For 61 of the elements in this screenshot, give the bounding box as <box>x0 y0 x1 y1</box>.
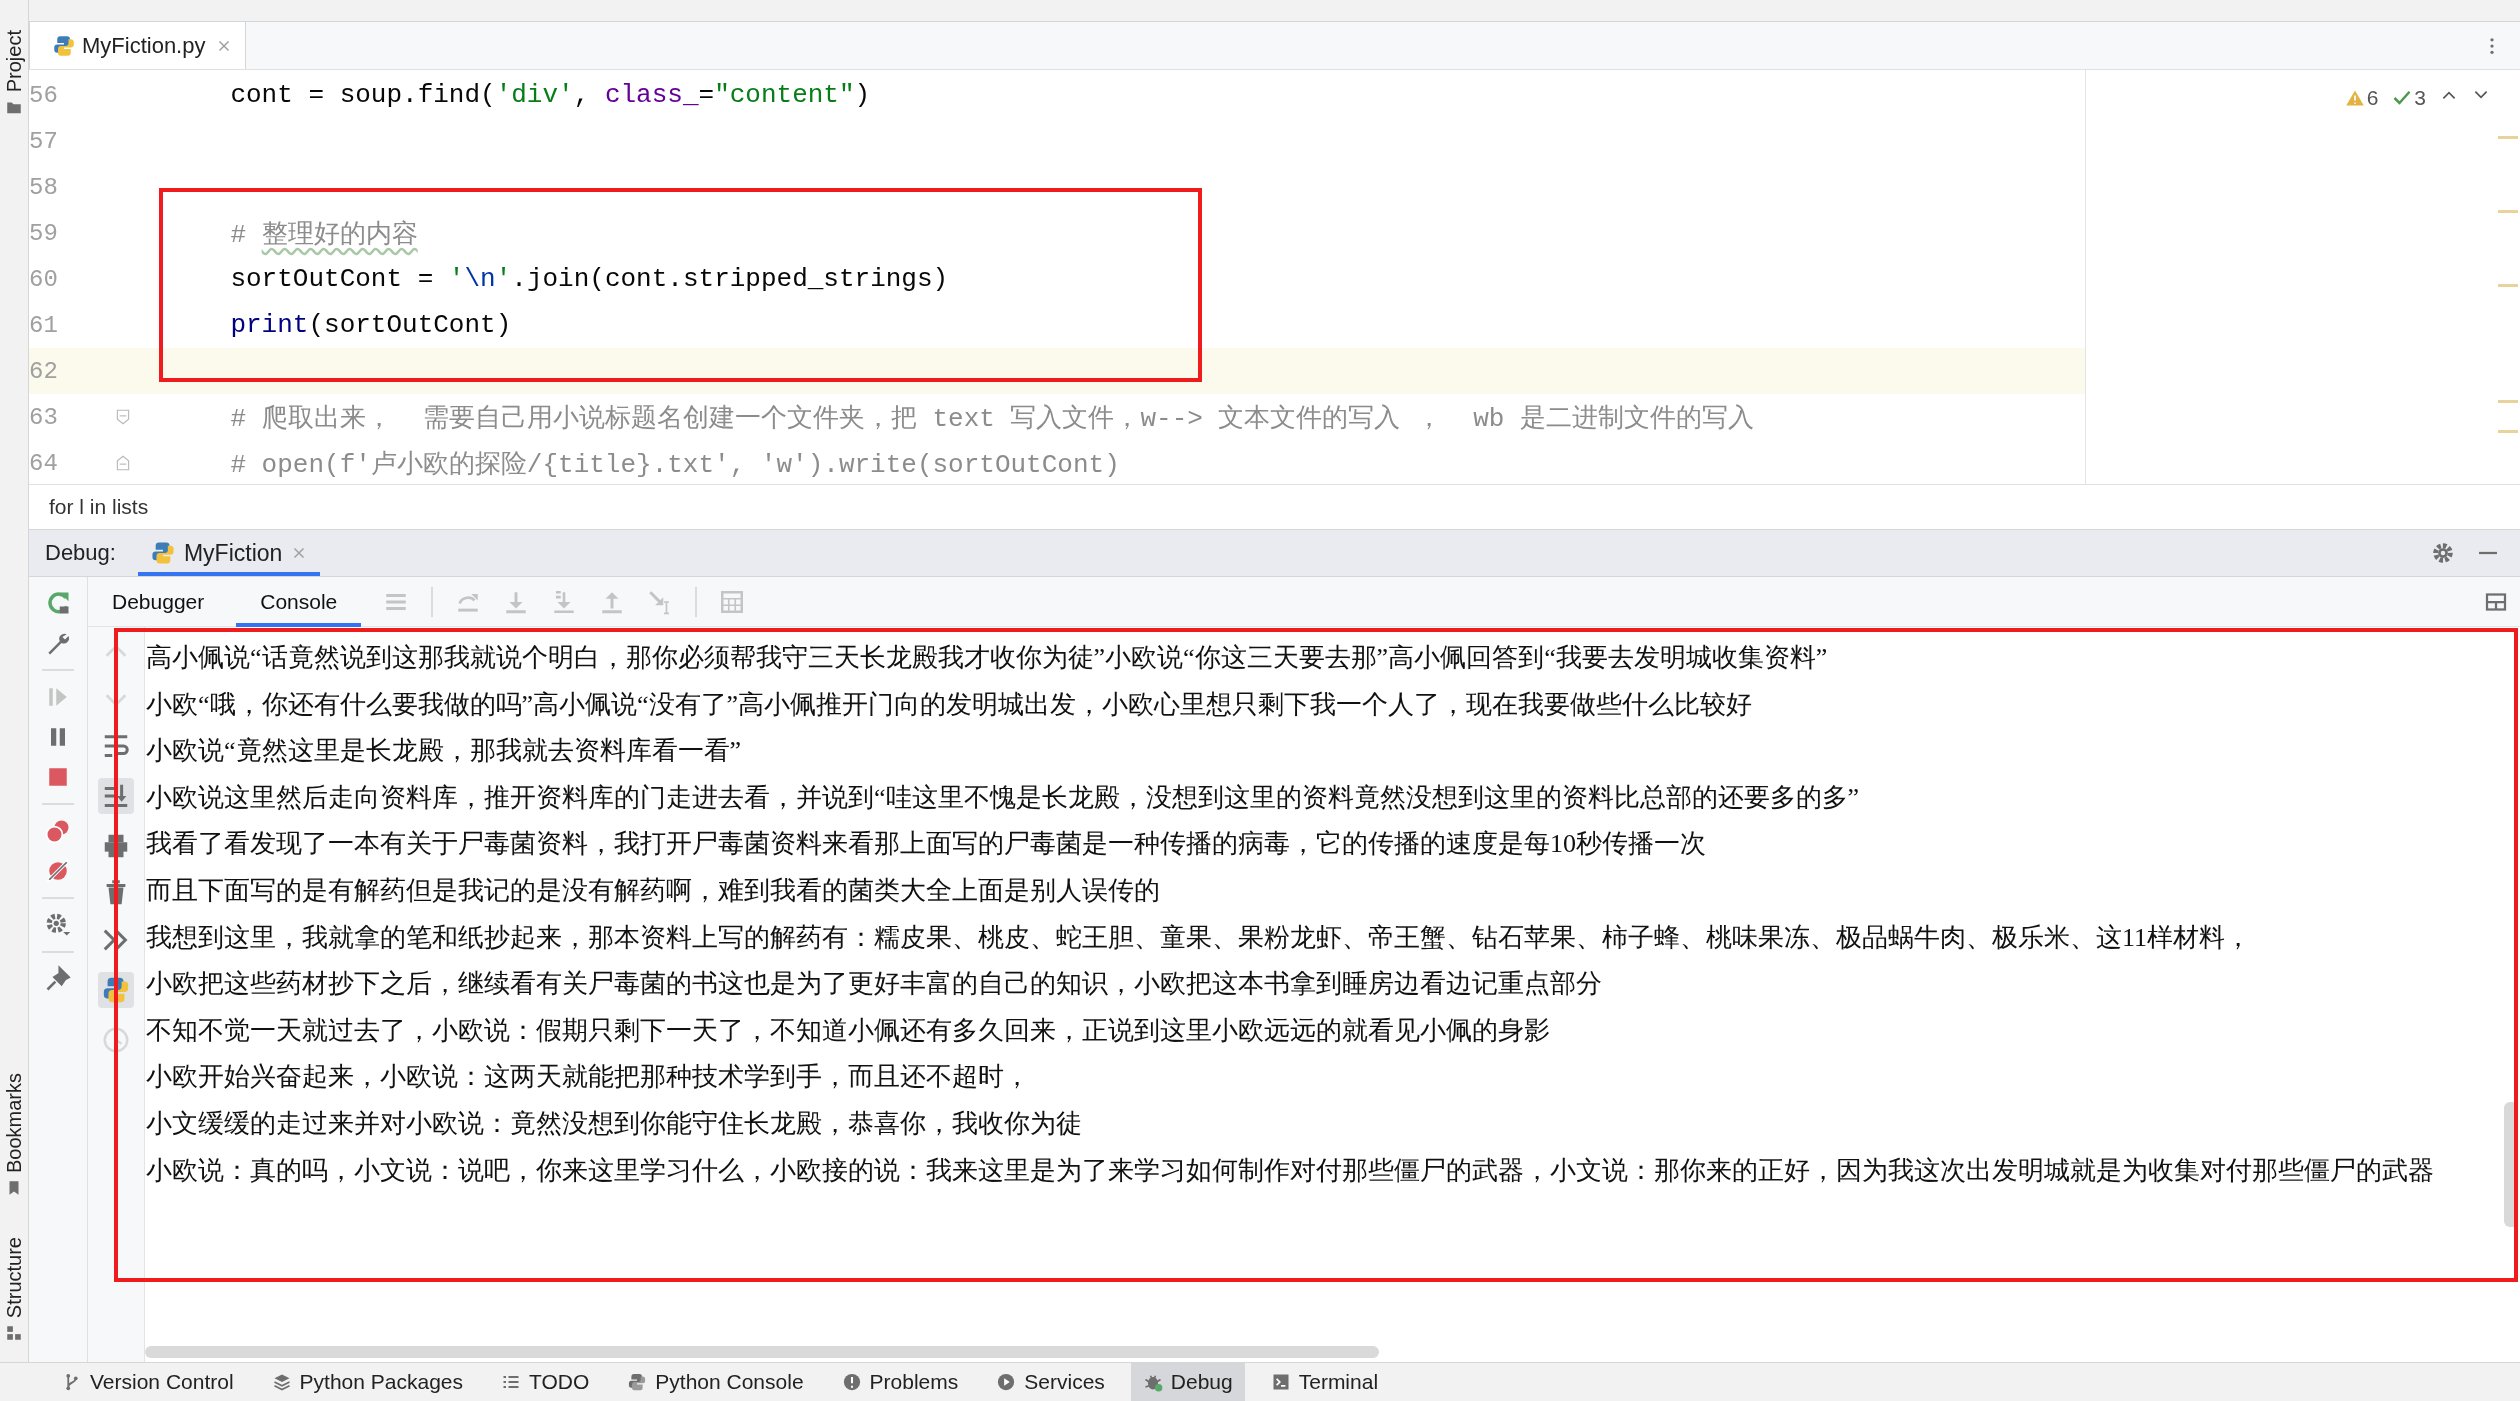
console-output-line: 小欧说这里然后走向资料库，推开资料库的门走进去看，并说到“哇这里不愧是长龙殿，没想到这里的资料竟然没想到这里的资料比总部的还要多的多” <box>146 781 1861 814</box>
editor-tab[interactable]: MyFiction.py <box>29 22 247 69</box>
code-line: # open(f'卢小欧的探险/{title}.txt', 'w').write(sortOutCont) <box>229 448 1120 481</box>
check-icon <box>2392 88 2413 108</box>
line-number: 62 <box>29 357 59 385</box>
console-output-line: 我想到这里，我就拿的笔和纸抄起来，那本资料上写的解药有：糯皮果、桃皮、蛇王胆、童果、果粉龙虾、帝王蟹、钻石苹果、柿子蜂、桃味果冻、极品蜗牛肉、极乐米、这11样材料， <box>146 921 2253 954</box>
layers-icon <box>271 1372 292 1392</box>
structure-icon[interactable] <box>5 1324 23 1342</box>
settings-icon[interactable] <box>2430 540 2456 566</box>
tool-window-button[interactable]: Project <box>2 30 26 93</box>
tool-window-tab[interactable]: Problems <box>829 1363 971 1401</box>
console-output-line: 小欧说“竟然这里是长龙殿，那我就去资料库看一看” <box>146 735 743 768</box>
console-output-line: 小欧“哦，你还有什么要我做的吗”高小佩说“没有了”高小佩推开门向的发明城出发，小欧心里想只剩下我一个人了，现在我要做些什么比较好 <box>146 688 1754 721</box>
warning-icon <box>2344 88 2365 108</box>
python-icon <box>627 1372 648 1392</box>
tool-window-tab[interactable]: Python Console <box>615 1363 816 1401</box>
console-output-line: 不知不觉一天就过去了，小欧说：假期只剩下一天了，不知道小佩还有多久回来，正说到这里小欧远远的就看见小佩的身影 <box>146 1014 1551 1047</box>
code-line: # 爬取出来， 需要自己用小说标题名创建一个文件夹，把 text 写入文件，w--> 文本文件的写入 ， wb 是二进制文件的写入 <box>229 402 1755 435</box>
code-line: sortOutCont = '\n'.join(cont.stripped_strings) <box>229 264 949 294</box>
python-file-icon <box>52 33 76 58</box>
passed-checks-indicator[interactable]: 3 <box>2392 86 2426 110</box>
tool-window-tab[interactable]: TODO <box>489 1363 602 1401</box>
fold-marker-icon[interactable] <box>114 408 132 426</box>
code-line: cont = soup.find('div', class_="content") <box>229 80 871 110</box>
run-tab[interactable]: MyFiction <box>137 530 321 576</box>
tool-window-tab[interactable]: Terminal <box>1258 1363 1391 1401</box>
warnings-indicator[interactable]: 6 <box>2344 86 2379 110</box>
line-number: 59 <box>29 219 59 247</box>
line-number: 61 <box>29 311 59 339</box>
code-line: # 整理好的内容 <box>229 218 418 251</box>
console-output-line: 小文缓缓的走过来并对小欧说：竟然没想到你能守住长龙殿，恭喜你，我收你为徒 <box>146 1107 1083 1140</box>
line-number: 63 <box>29 403 59 431</box>
tool-window-button[interactable]: Bookmarks <box>2 1072 26 1173</box>
info-icon <box>841 1372 862 1392</box>
debugger-tab[interactable]: Debugger <box>102 576 215 627</box>
breadcrumb-item[interactable]: for l in lists <box>49 495 149 519</box>
python-icon <box>149 540 176 566</box>
tool-window-tab[interactable]: Services <box>984 1363 1117 1401</box>
console-tab[interactable]: Console <box>236 576 362 627</box>
scrollbar-thumb[interactable] <box>145 1346 1379 1358</box>
code-line: print(sortOutCont) <box>229 310 512 340</box>
play-circle-icon <box>996 1372 1017 1392</box>
panel-title: Debug: <box>44 540 117 566</box>
pin-icon[interactable] <box>44 965 72 993</box>
line-number: 57 <box>29 127 59 155</box>
console-output-line: 小欧开始兴奋起来，小欧说：这两天就能把那种技术学到手，而且还不超时， <box>146 1061 1031 1094</box>
console-output-line: 高小佩说“话竟然说到这那我就说个明白，那你必须帮我守三天长龙殿我才收你为徒”小欧说“你这三天要去那”高小佩回答到“我要去发明城收集资料” <box>146 642 1829 674</box>
line-number: 64 <box>29 449 59 477</box>
console-output-line: 我看了看发现了一本有关于尸毒菌资料，我打开尸毒菌资料来看那上面写的尸毒菌是一种传播的病毒，它的传播的速度是每10秒传播一次 <box>146 828 1707 861</box>
console-output-line: 而且下面写的是有解药但是我记的是没有解药啊，难到我看的菌类大全上面是别人误传的 <box>146 874 1161 907</box>
tool-window-button[interactable]: Structure <box>2 1236 26 1318</box>
line-number: 58 <box>29 173 59 201</box>
history-icon[interactable] <box>101 1025 131 1055</box>
tool-window-tab[interactable]: Python Packages <box>259 1363 475 1401</box>
mute-breakpoints-icon[interactable] <box>44 857 72 885</box>
tool-window-tab[interactable]: Version Control <box>50 1363 246 1401</box>
tool-window-tab[interactable]: Debug <box>1130 1363 1245 1401</box>
line-number: 56 <box>29 81 59 109</box>
line-number: 60 <box>29 265 59 293</box>
console-output-line: 小欧把这些药材抄下之后，继续看有关尸毒菌的书这也是为了更好丰富的自己的知识，小欧把这本书拿到睡房边看边记重点部分 <box>146 968 1603 1001</box>
console-output-line: 小欧说：真的吗，小文说：说吧，你来这里学习什么，小欧接的说：我来这里是为了来学习如何制作对付那些僵尸的武器，小文说：那你来的正好，因为我这次出发明城就是为收集对付那些僵尸的武器 <box>146 1154 2435 1187</box>
